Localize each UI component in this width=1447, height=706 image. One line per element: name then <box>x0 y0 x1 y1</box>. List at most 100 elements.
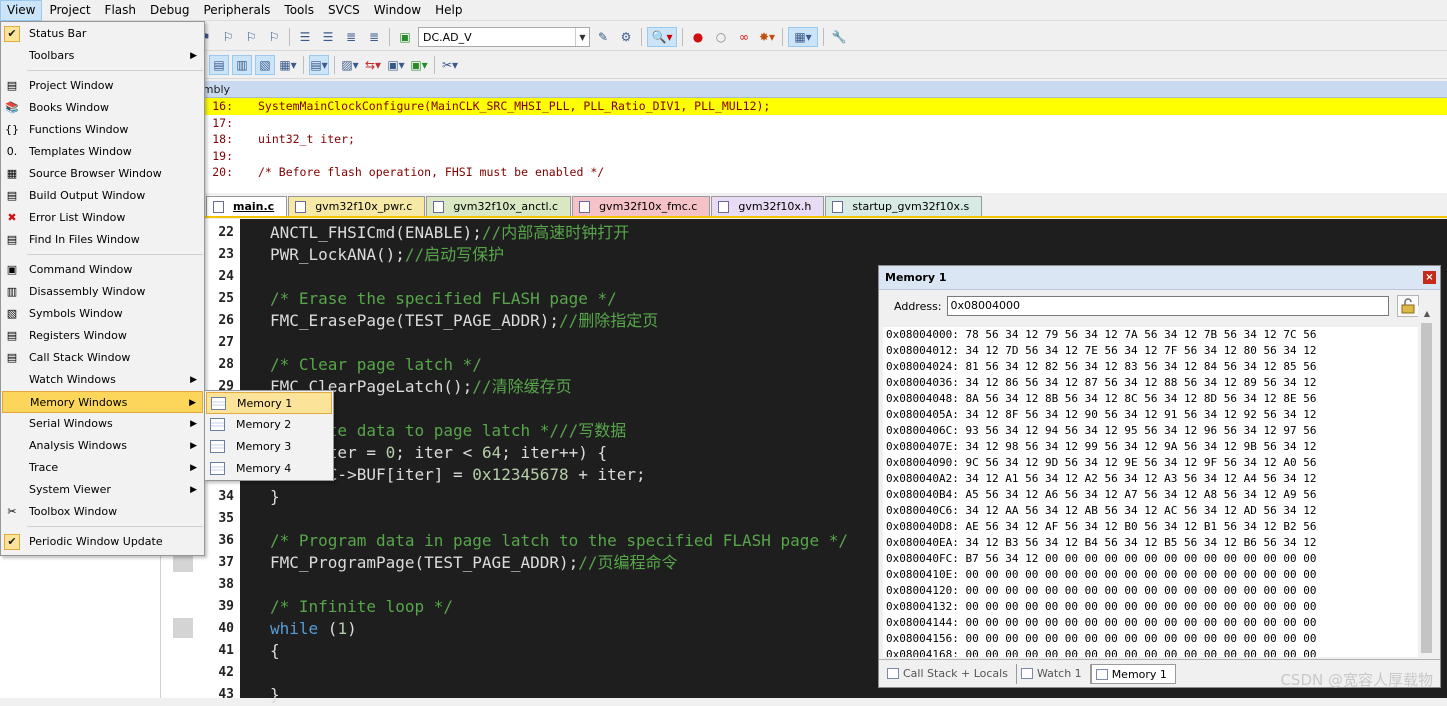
code-token: ; iter < <box>395 443 482 462</box>
file-tab[interactable]: gvm32f10x_fmc.c <box>572 196 710 216</box>
file-tab[interactable]: startup_gvm32f10x.s <box>825 196 982 216</box>
file-tab-label: gvm32f10x_pwr.c <box>315 200 412 213</box>
file-tab[interactable]: gvm32f10x_pwr.c <box>288 196 425 216</box>
indent-icon[interactable]: ☰ <box>295 27 315 47</box>
lock-icon[interactable] <box>1397 295 1419 317</box>
code-line: ANCTL_FHSICmd(ENABLE);//内部高速时钟打开 <box>270 222 1270 244</box>
menu-tools[interactable]: Tools <box>277 0 321 21</box>
view-menu-item-status-bar[interactable]: ✔Status Bar <box>2 23 203 45</box>
memory-submenu-label: Memory 4 <box>236 462 291 475</box>
view-menu-item-books-window[interactable]: 📚Books Window <box>2 97 203 119</box>
analysis-toggle-icon[interactable]: ▣▾ <box>409 55 429 75</box>
code-token: + iter; <box>569 465 646 484</box>
menu-peripherals[interactable]: Peripherals <box>196 0 277 21</box>
view-menu-item-system-viewer[interactable]: System Viewer▶ <box>2 479 203 501</box>
view-menu-item-disassembly-window[interactable]: ▥Disassembly Window <box>2 281 203 303</box>
disassembly-line[interactable]: 20:/* Before flash operation, FHSI must … <box>160 164 1447 181</box>
call-stack-toggle-icon[interactable]: ▤▾ <box>309 55 329 75</box>
load-icon[interactable]: ▣ <box>395 27 415 47</box>
uncomment-icon[interactable]: ≣ <box>364 27 384 47</box>
view-menu-item-symbols-window[interactable]: ▧Symbols Window <box>2 303 203 325</box>
memory-dump[interactable]: 0x08004000: 78 56 34 12 79 56 34 12 7A 5… <box>883 327 1418 657</box>
memory-window-tab[interactable]: Watch 1 <box>1017 664 1091 684</box>
chevron-down-icon[interactable]: ▼ <box>575 28 589 46</box>
menu-debug[interactable]: Debug <box>143 0 196 21</box>
registers-toggle-icon[interactable]: ▦▾ <box>278 55 298 75</box>
manage-components-icon[interactable]: ⚙ <box>616 27 636 47</box>
code-token: /* Erase the specified FLASH page */ <box>270 289 617 308</box>
view-menu-item-command-window[interactable]: ▣Command Window <box>2 259 203 281</box>
address-input[interactable]: 0x08004000 <box>947 296 1389 316</box>
scrollbar-thumb[interactable] <box>1421 323 1432 653</box>
view-menu-item-periodic-window-update[interactable]: ✔Periodic Window Update <box>2 531 203 553</box>
file-tab-label: gvm32f10x_anctl.c <box>453 200 558 213</box>
scroll-up-icon[interactable]: ▲ <box>1418 306 1436 322</box>
file-tab[interactable]: gvm32f10x.h <box>711 196 824 216</box>
toolbox-icon[interactable]: ✂▾ <box>440 55 460 75</box>
view-menu-item-functions-window[interactable]: {}Functions Window <box>2 119 203 141</box>
view-menu-item-registers-window[interactable]: ▤Registers Window <box>2 325 203 347</box>
configure-icon[interactable]: 🔧 <box>829 27 849 47</box>
window-layout-icon[interactable]: ▦▾ <box>788 27 818 47</box>
menu-svcs[interactable]: SVCS <box>321 0 367 21</box>
disassembly-window[interactable]: 16:SystemMainClockConfigure(MainCLK_SRC_… <box>160 98 1447 193</box>
menu-help[interactable]: Help <box>428 0 469 21</box>
disassembly-line[interactable]: 17: <box>160 115 1447 132</box>
memory-submenu-item[interactable]: Memory 1 <box>206 392 332 414</box>
menu-project[interactable]: Project <box>42 0 97 21</box>
disassembly-line[interactable]: 18:uint32_t iter; <box>160 131 1447 148</box>
disable-breakpoint-icon[interactable]: ○ <box>711 27 731 47</box>
menu-flash[interactable]: Flash <box>98 0 143 21</box>
view-menu-item-project-window[interactable]: ▤Project Window <box>2 75 203 97</box>
kill-breakpoints-icon[interactable]: ✸▾ <box>757 27 777 47</box>
close-icon[interactable]: × <box>1423 271 1436 284</box>
bookmark-prev-icon[interactable]: ⚐ <box>218 27 238 47</box>
disassembly-line[interactable]: 16:SystemMainClockConfigure(MainCLK_SRC_… <box>160 98 1447 115</box>
symbols-toggle-icon[interactable]: ▧ <box>255 55 275 75</box>
view-menu-item-label: Registers Window <box>29 329 127 342</box>
bookmark-next-icon[interactable]: ⚐ <box>241 27 261 47</box>
insert-breakpoint-icon[interactable]: ● <box>688 27 708 47</box>
memory-submenu-item[interactable]: Memory 4 <box>206 458 332 480</box>
disassembly-line[interactable]: 19: <box>160 148 1447 165</box>
comment-icon[interactable]: ≣ <box>341 27 361 47</box>
view-menu-item-call-stack-window[interactable]: ▤Call Stack Window <box>2 347 203 369</box>
view-menu-item-toolbars[interactable]: Toolbars▶ <box>2 45 203 67</box>
view-menu-item-label: Templates Window <box>29 145 132 158</box>
memory-row: 0x080040A2: 34 12 A1 56 34 12 A2 56 34 1… <box>883 471 1418 487</box>
view-menu-item-watch-windows[interactable]: Watch Windows▶ <box>2 369 203 391</box>
view-menu-item-toolbox-window[interactable]: ✂Toolbox Window <box>2 501 203 523</box>
target-options-icon[interactable]: ✎ <box>593 27 613 47</box>
view-menu-item-build-output-window[interactable]: ▤Build Output Window <box>2 185 203 207</box>
view-menu-item-label: Source Browser Window <box>29 167 162 180</box>
serial-toggle-icon[interactable]: ▣▾ <box>386 55 406 75</box>
memory-row: 0x08004120: 00 00 00 00 00 00 00 00 00 0… <box>883 583 1418 599</box>
memory-submenu-item[interactable]: Memory 2 <box>206 414 332 436</box>
memory-window-title-bar[interactable]: Memory 1 × <box>879 266 1440 290</box>
view-menu-item-find-in-files-window[interactable]: ▤Find In Files Window <box>2 229 203 251</box>
view-menu-item-serial-windows[interactable]: Serial Windows▶ <box>2 413 203 435</box>
target-select[interactable]: DC.AD_V ▼ <box>418 27 590 47</box>
memory-window-tab[interactable]: Memory 1 <box>1091 664 1176 684</box>
menu-view[interactable]: View <box>0 0 42 21</box>
view-menu-item-error-list-window[interactable]: ✖Error List Window <box>2 207 203 229</box>
disable-all-breakpoints-icon[interactable]: ∞ <box>734 27 754 47</box>
file-tab[interactable]: gvm32f10x_anctl.c <box>426 196 571 216</box>
disassembly-toggle-icon[interactable]: ▥ <box>232 55 252 75</box>
memory-toggle-icon[interactable]: ⇆▾ <box>363 55 383 75</box>
memory-window-tab[interactable]: Call Stack + Locals <box>883 664 1017 684</box>
view-menu-item-source-browser-window[interactable]: ▦Source Browser Window <box>2 163 203 185</box>
watch-toggle-icon[interactable]: ▨▾ <box>340 55 360 75</box>
bookmark-clear-icon[interactable]: ⚐ <box>264 27 284 47</box>
debug-session-icon[interactable]: 🔍▾ <box>647 27 677 47</box>
view-menu-item-memory-windows[interactable]: Memory Windows▶ <box>2 391 203 413</box>
view-menu-item-templates-window[interactable]: 0.Templates Window <box>2 141 203 163</box>
command-window-toggle-icon[interactable]: ▤ <box>209 55 229 75</box>
memory-submenu-item[interactable]: Memory 3 <box>206 436 332 458</box>
view-menu-item-analysis-windows[interactable]: Analysis Windows▶ <box>2 435 203 457</box>
file-tab[interactable]: main.c <box>206 196 287 216</box>
view-menu-item-trace[interactable]: Trace▶ <box>2 457 203 479</box>
memory-scrollbar[interactable]: ▲ <box>1418 306 1436 658</box>
menu-window[interactable]: Window <box>367 0 428 21</box>
unindent-icon[interactable]: ☰ <box>318 27 338 47</box>
